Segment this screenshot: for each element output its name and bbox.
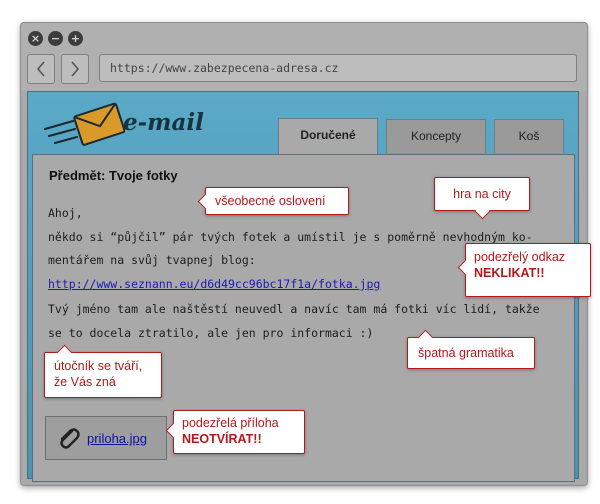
back-button[interactable] bbox=[27, 54, 55, 84]
maximize-icon[interactable]: + bbox=[68, 31, 83, 46]
email-body-line: Tvý jméno tam ale naštěstí neuvedl a nav… bbox=[48, 302, 540, 316]
email-body-line: mentářem na svůj tvapnej blog: bbox=[48, 253, 256, 267]
callout-text-strong: NEOTVÍRAT!! bbox=[182, 432, 262, 446]
address-bar[interactable]: https://www.zabezpecena-adresa.cz bbox=[99, 54, 577, 82]
attachment[interactable]: priloha.jpg bbox=[45, 416, 167, 460]
tab-label: Doručené bbox=[300, 128, 356, 142]
email-body-line: někdo si “půjčil” pár tvých fotek a umís… bbox=[48, 230, 533, 244]
callout-emotions: hra na city bbox=[434, 177, 530, 220]
callout-text: špatná gramatika bbox=[418, 346, 514, 360]
paperclip-icon bbox=[60, 428, 80, 449]
callout-text: že Vás zná bbox=[54, 375, 116, 389]
tab-drafts[interactable]: Koncepty bbox=[386, 119, 486, 153]
callout-text-strong: NEKLIKAT!! bbox=[474, 266, 545, 280]
chevron-right-icon bbox=[71, 61, 80, 77]
close-icon[interactable]: × bbox=[28, 31, 43, 46]
app-logo-text: e-mail bbox=[123, 109, 204, 136]
tab-label: Koš bbox=[518, 129, 540, 143]
minimize-icon[interactable]: − bbox=[48, 31, 63, 46]
callout-text: útočník se tváří, bbox=[54, 359, 143, 373]
email-greeting: Ahoj, bbox=[48, 206, 83, 220]
email-subject: Předmět: Tvoje fotky bbox=[49, 168, 178, 183]
callout-attacker: útočník se tváří, že Vás zná bbox=[44, 344, 162, 398]
tab-inbox[interactable]: Doručené bbox=[278, 118, 378, 154]
url-text: https://www.zabezpecena-adresa.cz bbox=[110, 61, 339, 75]
callout-suspicious-attachment: podezřelá příloha NEOTVÍRAT!! bbox=[165, 410, 305, 454]
callout-generic-greeting: všeobecné oslovení bbox=[197, 187, 349, 215]
attachment-label: priloha.jpg bbox=[87, 431, 147, 446]
tab-label: Koncepty bbox=[410, 129, 462, 143]
callout-bad-grammar: špatná gramatika bbox=[407, 329, 535, 369]
email-link[interactable]: http://www.seznann.eu/d6d49cc96bc17f1a/f… bbox=[48, 277, 380, 291]
browser-chrome: × − + https://www.zabezpecena-adresa.cz bbox=[21, 23, 587, 91]
callout-text: všeobecné oslovení bbox=[215, 194, 326, 208]
callout-text: podezřelý odkaz bbox=[474, 250, 566, 264]
callout-text: podezřelá příloha bbox=[182, 416, 279, 430]
forward-button[interactable] bbox=[61, 54, 89, 84]
tab-trash[interactable]: Koš bbox=[494, 119, 564, 153]
callout-text: hra na city bbox=[453, 187, 511, 201]
envelope-icon bbox=[43, 102, 125, 146]
chevron-left-icon bbox=[36, 61, 45, 77]
email-body-line: se to docela ztratilo, ale jen pro infor… bbox=[48, 326, 374, 340]
callout-suspicious-link: podezřelý odkaz NEKLIKAT!! bbox=[457, 243, 591, 297]
